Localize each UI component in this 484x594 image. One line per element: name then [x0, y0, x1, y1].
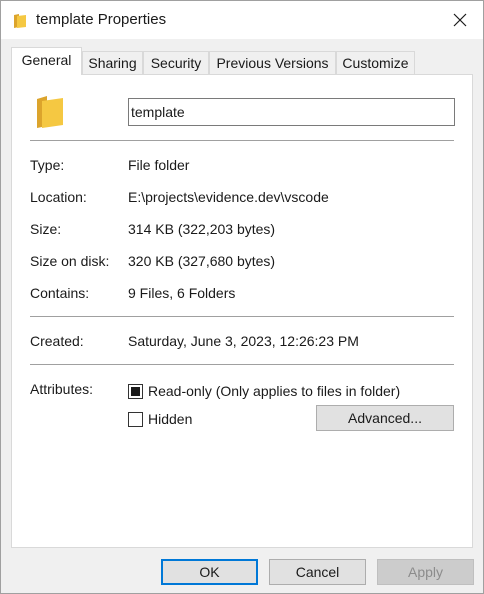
size-label: Size: — [30, 221, 62, 237]
location-label: Location: — [30, 189, 87, 205]
tab-sharing[interactable]: Sharing — [82, 51, 143, 74]
hidden-checkbox[interactable] — [128, 412, 143, 427]
tab-previous-versions[interactable]: Previous Versions — [209, 51, 336, 74]
size-on-disk-label: Size on disk: — [30, 253, 110, 269]
type-value: File folder — [128, 157, 190, 173]
folder-icon — [14, 14, 26, 28]
created-label: Created: — [30, 333, 84, 349]
divider — [30, 316, 454, 317]
ok-button[interactable]: OK — [161, 559, 258, 585]
divider — [30, 364, 454, 365]
attributes-label: Attributes: — [30, 381, 94, 397]
cancel-button[interactable]: Cancel — [269, 559, 366, 585]
window-title: template Properties — [36, 11, 167, 28]
created-value: Saturday, June 3, 2023, 12:26:23 PM — [128, 333, 359, 349]
tab-general[interactable]: General — [11, 47, 82, 75]
folder-icon — [37, 96, 63, 128]
title-bar[interactable]: template Properties — [1, 1, 483, 39]
readonly-label[interactable]: Read-only (Only applies to files in fold… — [148, 383, 400, 399]
size-value: 314 KB (322,203 bytes) — [128, 221, 276, 237]
location-value: E:\projects\evidence.dev\vscode — [128, 189, 329, 205]
divider — [30, 140, 454, 141]
close-button[interactable] — [437, 1, 483, 39]
folder-name-input[interactable] — [128, 98, 455, 126]
type-label: Type: — [30, 157, 65, 173]
general-panel: Type: File folder Location: E:\projects\… — [11, 74, 473, 548]
close-icon — [453, 13, 467, 27]
readonly-checkbox[interactable] — [128, 384, 143, 399]
hidden-label[interactable]: Hidden — [148, 411, 192, 427]
contains-value: 9 Files, 6 Folders — [128, 285, 236, 301]
contains-label: Contains: — [30, 285, 90, 301]
tab-customize[interactable]: Customize — [336, 51, 415, 74]
indeterminate-mark — [131, 387, 140, 396]
apply-button[interactable]: Apply — [377, 559, 474, 585]
advanced-button[interactable]: Advanced... — [316, 405, 454, 431]
properties-dialog: template Properties General Sharing Secu… — [0, 0, 484, 594]
size-on-disk-value: 320 KB (327,680 bytes) — [128, 253, 276, 269]
tab-security[interactable]: Security — [143, 51, 209, 74]
